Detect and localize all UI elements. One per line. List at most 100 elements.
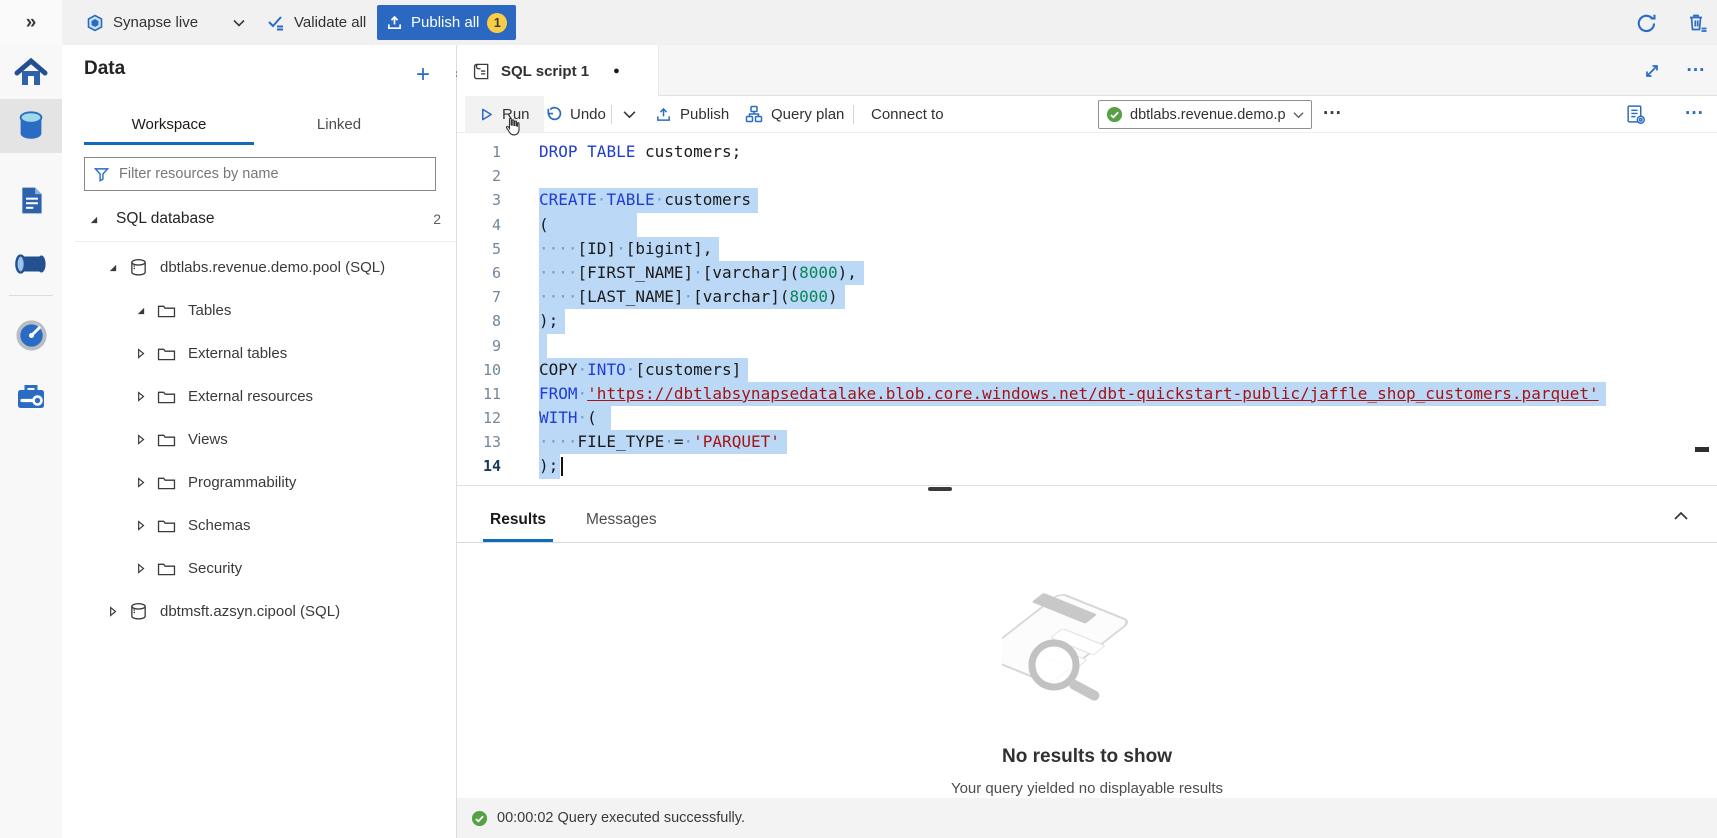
undo-button[interactable]: Undo	[545, 96, 606, 132]
caret-expanded-icon	[135, 305, 146, 316]
nav-home[interactable]	[0, 47, 62, 101]
mode-label: Synapse live	[113, 14, 198, 31]
pool-status-icon	[1106, 106, 1123, 123]
code-line-13[interactable]: ····FILE_TYPE·=·'PARQUET'	[539, 430, 1717, 454]
tree-item-external-resources[interactable]: External resources	[62, 375, 457, 418]
nav-integrate[interactable]	[0, 237, 62, 291]
play-icon	[479, 107, 494, 122]
caret-collapsed-icon	[135, 520, 146, 531]
line-number: 8	[457, 309, 507, 333]
folder-icon	[157, 303, 176, 318]
code-line-4[interactable]: (	[539, 213, 1717, 237]
line-number: 3	[457, 188, 507, 212]
upload-icon	[386, 14, 403, 31]
code-line-1[interactable]: DROP TABLE customers;	[539, 140, 1717, 164]
sql-editor-panel: SQL script 1 ● ··· Run Undo P	[457, 45, 1717, 838]
synapse-studio-window: » Synapse live Validate all Publish all …	[0, 0, 1717, 838]
folder-icon	[157, 561, 176, 576]
code-line-8[interactable]: );	[539, 309, 1717, 333]
code-line-9[interactable]	[539, 334, 1717, 358]
pipeline-icon	[14, 247, 48, 281]
tree-separator	[75, 241, 456, 242]
scrollbar-marker[interactable]	[1695, 447, 1709, 452]
caret-collapsed-icon	[135, 391, 146, 402]
filter-resources-input[interactable]	[117, 165, 426, 183]
tree-header-label: SQL database	[116, 210, 215, 228]
tab-messages[interactable]: Messages	[579, 511, 664, 542]
caret-collapsed-icon	[135, 563, 146, 574]
empty-results-subtitle: Your query yielded no displayable result…	[457, 780, 1717, 797]
tree-item-programmability[interactable]: Programmability	[62, 461, 457, 504]
results-empty-state: No results to show Your query yielded no…	[457, 543, 1717, 798]
synapse-live-dropdown[interactable]: Synapse live	[86, 0, 245, 45]
publish-button[interactable]: Publish	[655, 96, 729, 132]
folder-icon	[157, 475, 176, 490]
tree-item-security[interactable]: Security	[62, 547, 457, 590]
publish-count-badge: 1	[487, 13, 507, 33]
add-resource-button[interactable]: +	[410, 62, 436, 88]
nav-data[interactable]	[0, 99, 62, 153]
line-number: 2	[457, 164, 507, 188]
tree-item-dbtlabs-revenue-demo-pool-sql[interactable]: dbtlabs.revenue.demo.pool (SQL)	[62, 246, 457, 289]
run-button[interactable]: Run	[465, 96, 544, 132]
code-line-14[interactable]: );	[539, 454, 1717, 478]
connect-to-pool-select[interactable]: dbtlabs.revenue.demo.pool	[1098, 100, 1312, 129]
caret-collapsed-icon	[135, 477, 146, 488]
expand-icon	[1644, 63, 1660, 79]
caret-collapsed-icon	[135, 434, 146, 445]
script-properties-button[interactable]	[1625, 96, 1646, 132]
line-number: 4	[457, 213, 507, 237]
tree-item-tables[interactable]: Tables	[62, 289, 457, 332]
left-nav-rail	[0, 45, 63, 838]
collapse-results-button[interactable]	[1669, 504, 1693, 528]
tab-more-button[interactable]: ···	[1683, 58, 1709, 84]
nav-develop[interactable]	[0, 173, 62, 227]
code-line-7[interactable]: ····[LAST_NAME]·[varchar](8000)	[539, 285, 1717, 309]
nav-manage[interactable]	[0, 370, 62, 424]
tree-item-external-tables[interactable]: External tables	[62, 332, 457, 375]
folder-icon	[157, 346, 176, 361]
caret-expanded-icon	[88, 214, 99, 225]
expand-nav-button[interactable]: »	[0, 0, 62, 45]
line-number: 14	[457, 454, 507, 478]
code-editor[interactable]: 1234567891011121314 DROP TABLE customers…	[457, 133, 1717, 485]
toolbar-more-right-button[interactable]: ···	[1685, 96, 1704, 132]
code-line-5[interactable]: ····[ID]·[bigint],	[539, 237, 1717, 261]
sql-script-icon	[472, 62, 491, 81]
code-line-6[interactable]: ····[FIRST_NAME]·[varchar](8000),	[539, 261, 1717, 285]
tree-header-sql-database[interactable]: SQL database 2	[62, 197, 457, 241]
code-line-2[interactable]	[539, 164, 1717, 188]
sql-pool-icon	[129, 258, 148, 277]
refresh-button[interactable]	[1633, 10, 1659, 36]
ellipsis-icon: ···	[1685, 103, 1704, 125]
code-line-3[interactable]: CREATE·TABLE·customers	[539, 188, 1717, 212]
toolbar-more-button[interactable]: ···	[1323, 96, 1342, 132]
data-explorer-panel: Data + « « Workspace Linked SQL database…	[62, 45, 457, 838]
query-plan-button[interactable]: Query plan	[745, 96, 844, 132]
code-line-10[interactable]: COPY·INTO·[customers]	[539, 358, 1717, 382]
query-status-bar: 00:00:02 Query executed successfully.	[457, 798, 1717, 838]
delete-button[interactable]	[1684, 10, 1710, 36]
tab-workspace[interactable]: Workspace	[84, 107, 254, 145]
nav-monitor[interactable]	[0, 308, 62, 362]
tree-item-dbtmsft-azsyn-cipool-sql[interactable]: dbtmsft.azsyn.cipool (SQL)	[62, 590, 457, 633]
publish-all-button[interactable]: Publish all 1	[377, 5, 516, 40]
tree-header-count: 2	[433, 211, 441, 227]
tab-linked[interactable]: Linked	[254, 107, 424, 145]
tree-item-schemas[interactable]: Schemas	[62, 504, 457, 547]
refresh-icon	[1635, 12, 1658, 35]
results-tab-bar: Results Messages	[457, 490, 1717, 543]
validate-all-button[interactable]: Validate all	[266, 0, 366, 45]
home-icon	[13, 56, 49, 92]
toolbar-divider	[853, 105, 854, 124]
magnifier-icon	[1032, 643, 1076, 687]
code-line-12[interactable]: WITH·(	[539, 406, 1717, 430]
code-line-11[interactable]: FROM·'https://dbtlabsynapsedatalake.blob…	[539, 382, 1717, 406]
expand-editor-button[interactable]	[1639, 58, 1665, 84]
validate-label: Validate all	[294, 14, 366, 31]
tree-item-views[interactable]: Views	[62, 418, 457, 461]
tab-results[interactable]: Results	[483, 511, 553, 542]
database-icon	[14, 109, 48, 143]
tab-sql-script-1[interactable]: SQL script 1 ●	[457, 45, 659, 97]
run-options-chevron[interactable]	[623, 96, 636, 132]
